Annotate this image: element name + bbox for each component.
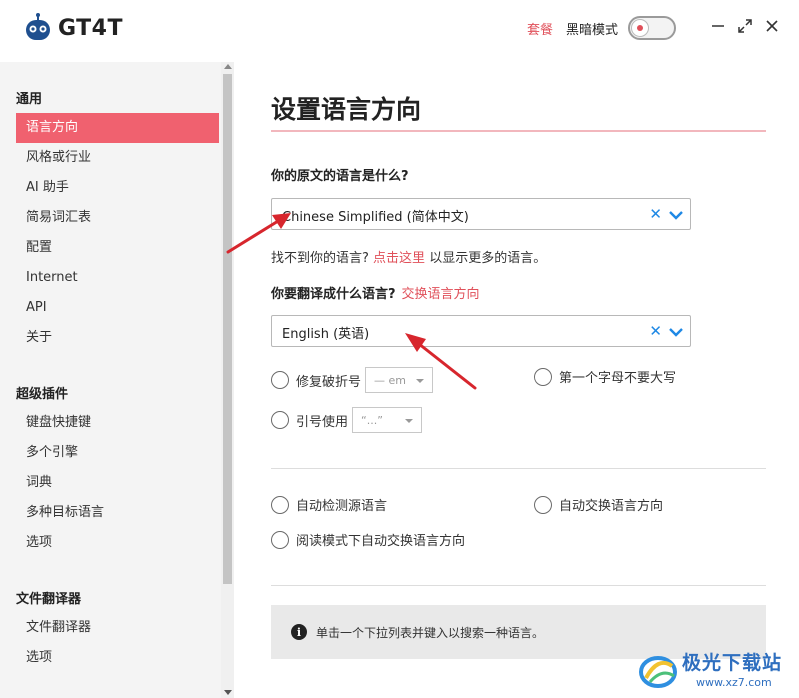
quotes-option: 引号使用 “...” xyxy=(271,407,423,433)
caret-down-icon xyxy=(405,419,414,423)
target-language-value: English (英语) xyxy=(282,327,370,342)
section-divider xyxy=(271,585,766,586)
target-language-select[interactable]: English (英语) ✕ xyxy=(271,315,691,347)
sidebar-item-plugin-options[interactable]: 选项 xyxy=(16,528,219,558)
scroll-up-icon[interactable] xyxy=(224,64,232,69)
source-language-value: Chinese Simplified (简体中文) xyxy=(282,210,469,225)
sidebar-item-ai-assistant[interactable]: AI 助手 xyxy=(16,173,219,203)
reading-mode-swap-radio[interactable] xyxy=(271,530,289,549)
reading-mode-swap-label: 阅读模式下自动交换语言方向 xyxy=(296,534,466,549)
no-capitalize-option: 第一个字母不要大写 xyxy=(534,367,676,386)
fix-hyphen-radio[interactable] xyxy=(271,371,289,389)
robot-logo-icon xyxy=(26,13,50,40)
info-icon: i xyxy=(291,624,307,640)
scroll-thumb[interactable] xyxy=(223,74,232,584)
sidebar-item-file-translator[interactable]: 文件翻译器 xyxy=(16,613,219,643)
sidebar-item-language-direction[interactable]: 语言方向 xyxy=(16,113,219,143)
sidebar-group-file-translator: 文件翻译器 xyxy=(16,592,82,607)
sidebar-item-config[interactable]: 配置 xyxy=(16,233,219,263)
aurora-logo-icon xyxy=(639,656,677,688)
scroll-down-icon[interactable] xyxy=(224,690,232,695)
hyphen-style-select[interactable]: — em xyxy=(365,367,434,393)
sidebar-group-general: 通用 xyxy=(16,92,43,107)
fix-hyphen-option: 修复破折号 — em xyxy=(271,367,434,393)
chevron-down-icon[interactable] xyxy=(668,324,684,340)
section-divider xyxy=(271,468,766,469)
clear-source-icon[interactable]: ✕ xyxy=(649,205,662,223)
auto-detect-radio[interactable] xyxy=(271,495,289,514)
watermark: 极光下载站 www.xz7.com xyxy=(636,644,796,696)
minimize-button[interactable] xyxy=(708,16,728,36)
quotes-style-select[interactable]: “...” xyxy=(352,407,423,433)
sidebar-item-about[interactable]: 关于 xyxy=(16,323,219,353)
show-more-languages-link[interactable]: 点击这里 xyxy=(373,251,425,266)
no-capitalize-label: 第一个字母不要大写 xyxy=(559,371,677,386)
sidebar-item-api[interactable]: API xyxy=(16,293,219,323)
target-question: 你要翻译成什么语言? xyxy=(271,287,396,302)
no-capitalize-radio[interactable] xyxy=(534,367,552,386)
expand-icon xyxy=(738,19,752,33)
sidebar-item-engines[interactable]: 多个引擎 xyxy=(16,438,219,468)
maximize-button[interactable] xyxy=(735,16,755,36)
sidebar: 通用 语言方向 风格或行业 AI 助手 简易词汇表 配置 Internet AP… xyxy=(0,62,234,698)
sidebar-group-super-plugins: 超级插件 xyxy=(16,387,69,402)
quotes-radio[interactable] xyxy=(271,411,289,429)
hint-prefix: 找不到你的语言? xyxy=(271,251,369,266)
quotes-label: 引号使用 xyxy=(296,414,349,430)
caret-down-icon xyxy=(416,379,425,383)
sidebar-item-glossary[interactable]: 简易词汇表 xyxy=(16,203,219,233)
sidebar-item-multi-target[interactable]: 多种目标语言 xyxy=(16,498,219,528)
chevron-down-icon[interactable] xyxy=(668,207,684,223)
title-divider xyxy=(271,130,766,132)
clear-target-icon[interactable]: ✕ xyxy=(649,322,662,340)
more-languages-hint: 找不到你的语言? 点击这里 以显示更多的语言。 xyxy=(271,247,546,266)
source-question: 你的原文的语言是什么? xyxy=(271,169,409,184)
dark-mode-toggle[interactable] xyxy=(628,16,676,40)
toggle-knob xyxy=(631,19,649,37)
app-logo: GT4T xyxy=(22,12,123,44)
watermark-url: www.xz7.com xyxy=(696,676,772,689)
hyphen-style-value: — em xyxy=(374,373,406,387)
hint-suffix: 以显示更多的语言。 xyxy=(429,251,547,266)
info-text: 单击一个下拉列表并键入以搜索一种语言。 xyxy=(316,625,545,640)
auto-swap-option: 自动交换语言方向 xyxy=(534,495,663,514)
auto-detect-label: 自动检测源语言 xyxy=(296,499,388,514)
auto-swap-label: 自动交换语言方向 xyxy=(559,499,664,514)
page-title: 设置语言方向 xyxy=(271,95,422,124)
source-language-select[interactable]: Chinese Simplified (简体中文) ✕ xyxy=(271,198,691,230)
target-question-row: 你要翻译成什么语言? 交换语言方向 xyxy=(271,283,480,302)
fix-hyphen-label: 修复破折号 xyxy=(296,374,362,390)
close-button[interactable] xyxy=(762,16,782,36)
auto-detect-option: 自动检测源语言 xyxy=(271,495,387,514)
sidebar-item-dictionary[interactable]: 词典 xyxy=(16,468,219,498)
close-icon xyxy=(766,20,778,32)
logo-text: GT4T xyxy=(58,15,123,41)
sidebar-scrollbar[interactable] xyxy=(221,62,234,698)
dark-mode-label: 黑暗模式 xyxy=(566,23,619,38)
sidebar-item-file-options[interactable]: 选项 xyxy=(16,643,219,673)
reading-mode-swap-option: 阅读模式下自动交换语言方向 xyxy=(271,530,465,549)
title-bar: GT4T 套餐 黑暗模式 xyxy=(0,0,799,58)
sidebar-item-style[interactable]: 风格或行业 xyxy=(16,143,219,173)
plan-link[interactable]: 套餐 xyxy=(527,19,553,38)
sidebar-item-internet[interactable]: Internet xyxy=(16,263,219,293)
minimize-icon xyxy=(712,25,724,27)
watermark-title: 极光下载站 xyxy=(682,652,783,674)
auto-swap-radio[interactable] xyxy=(534,495,552,514)
swap-direction-link[interactable]: 交换语言方向 xyxy=(402,287,480,302)
quotes-style-value: “...” xyxy=(361,413,383,427)
sidebar-item-shortcuts[interactable]: 键盘快捷键 xyxy=(16,408,219,438)
